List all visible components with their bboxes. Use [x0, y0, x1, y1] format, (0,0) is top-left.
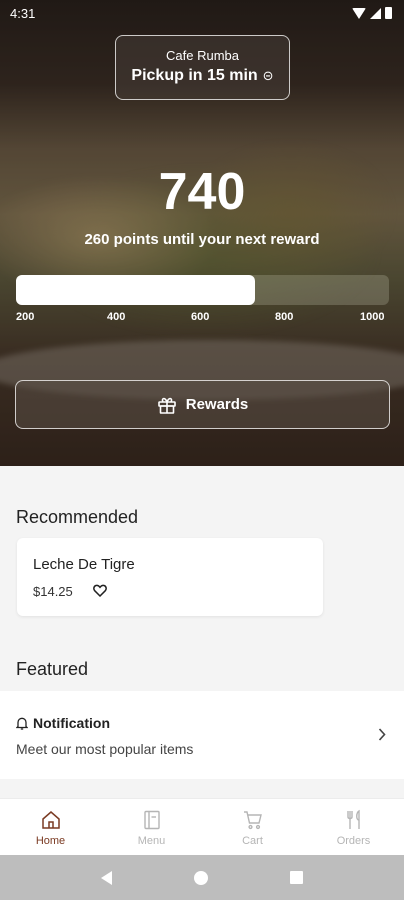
points-balance: 740: [158, 163, 246, 221]
battery-icon: [385, 7, 392, 19]
points-message: 260 points until your next reward: [84, 231, 320, 248]
wifi-icon: [352, 7, 366, 19]
fork-knife-icon: [346, 809, 360, 829]
nav-cart[interactable]: Cart: [202, 799, 303, 855]
hero-banner: 4:31 Cafe Rumba Pickup in 15 min ⊝ 740 2…: [0, 0, 404, 466]
menu-icon: [143, 810, 160, 830]
pickup-time: Pickup in 15 min: [131, 67, 258, 84]
back-icon[interactable]: [101, 870, 112, 885]
rewards-progress-bar: [16, 275, 389, 305]
status-bar: 4:31: [0, 0, 404, 26]
signal-icon: [370, 7, 381, 19]
gift-icon: [157, 397, 176, 414]
nav-orders[interactable]: Orders: [303, 799, 404, 855]
home-icon: [41, 811, 60, 829]
featured-title: Featured: [16, 659, 89, 679]
store-selector[interactable]: Cafe Rumba Pickup in 15 min ⊝: [115, 35, 290, 100]
heart-icon[interactable]: [93, 584, 107, 597]
recommended-item-card[interactable]: Leche De Tigre $14.25: [17, 538, 323, 616]
home-circle-icon[interactable]: [194, 870, 208, 885]
cart-icon: [243, 811, 262, 830]
featured-notification-row[interactable]: Notification Meet our most popular items: [0, 691, 404, 779]
rewards-progress-fill: [16, 275, 255, 305]
recommended-title: Recommended: [16, 507, 139, 527]
rewards-button[interactable]: Rewards: [15, 380, 390, 429]
nav-menu[interactable]: Menu: [101, 799, 202, 855]
chevron-circle-down-icon: ⊝: [262, 68, 274, 83]
nav-cart-label: Cart: [242, 835, 263, 847]
item-price: $14.25: [33, 584, 73, 599]
progress-tick: 200: [16, 311, 35, 323]
notification-subtitle: Meet our most popular items: [16, 741, 194, 757]
chevron-right-icon: [378, 728, 386, 741]
status-time: 4:31: [10, 5, 36, 21]
nav-menu-label: Menu: [137, 835, 166, 847]
system-navigation-bar: [0, 855, 404, 900]
item-name: Leche De Tigre: [33, 556, 135, 573]
progress-tick: 400: [107, 311, 126, 323]
progress-tick: 800: [275, 311, 294, 323]
bell-icon: [16, 717, 28, 730]
rewards-button-label: Rewards: [185, 396, 249, 413]
notification-title: Notification: [33, 715, 110, 731]
nav-home-label: Home: [35, 835, 66, 847]
progress-tick: 600: [191, 311, 210, 323]
nav-orders-label: Orders: [336, 835, 371, 847]
bottom-nav: Home Menu Cart Orders: [0, 798, 404, 855]
nav-home[interactable]: Home: [0, 799, 101, 855]
store-name: Cafe Rumba: [166, 48, 239, 63]
recents-icon[interactable]: [290, 871, 303, 884]
progress-tick: 1000: [360, 311, 385, 323]
